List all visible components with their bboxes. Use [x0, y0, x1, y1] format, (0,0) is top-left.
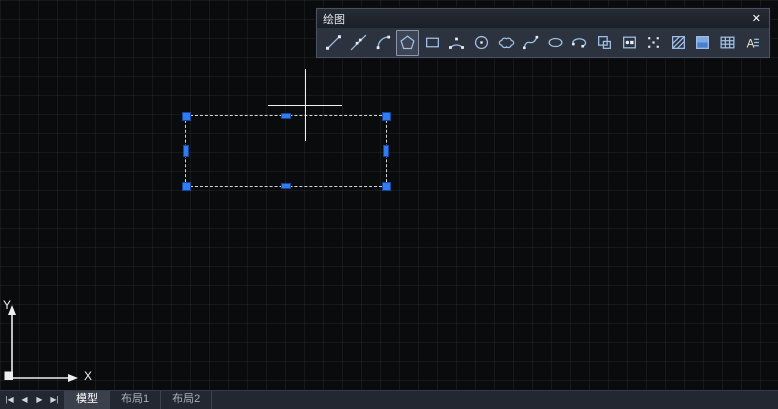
tab-布局1[interactable]: 布局1	[110, 391, 161, 409]
hatch-icon[interactable]	[667, 30, 691, 56]
mtext-icon[interactable]: A	[740, 30, 764, 56]
tab-模型[interactable]: 模型	[65, 391, 110, 409]
circle-icon[interactable]	[470, 30, 494, 56]
close-icon[interactable]: ✕	[750, 12, 763, 25]
point-icon[interactable]	[642, 30, 666, 56]
make-block-icon[interactable]	[617, 30, 641, 56]
layout-tabs: 模型布局1布局2	[65, 391, 212, 409]
tab-nav-next-icon[interactable]: ▶	[32, 391, 47, 409]
grip-midpoint-left[interactable]	[183, 145, 189, 157]
tab-布局2[interactable]: 布局2	[161, 391, 212, 409]
grip-corner-top-left[interactable]	[182, 112, 191, 121]
table-icon[interactable]	[716, 30, 740, 56]
grip-corner-bottom-right[interactable]	[382, 182, 391, 191]
cad-window: 绘图 ✕ A Y X |◀◀▶▶| 模型布局1布局2	[0, 0, 778, 409]
gradient-icon[interactable]	[691, 30, 715, 56]
tab-nav-prev-icon[interactable]: ◀	[17, 391, 32, 409]
grid-background	[0, 0, 778, 391]
insert-block-icon[interactable]	[593, 30, 617, 56]
rectangle-icon[interactable]	[420, 30, 444, 56]
selected-rectangle[interactable]	[185, 115, 387, 187]
grip-midpoint-bottom[interactable]	[281, 183, 291, 189]
line-icon[interactable]	[322, 30, 346, 56]
revision-cloud-icon[interactable]	[494, 30, 518, 56]
ucs-y-axis-label: Y	[3, 298, 11, 312]
grip-corner-top-right[interactable]	[382, 112, 391, 121]
layout-tabbar: |◀◀▶▶| 模型布局1布局2	[0, 390, 778, 409]
spline-icon[interactable]	[519, 30, 543, 56]
draw-toolbar-title: 绘图	[323, 11, 345, 27]
polygon-icon[interactable]	[396, 30, 420, 56]
arc-3point-icon[interactable]	[445, 30, 469, 56]
draw-toolbar-titlebar[interactable]: 绘图 ✕	[317, 9, 769, 28]
svg-text:A: A	[746, 37, 754, 50]
tab-nav: |◀◀▶▶|	[0, 391, 65, 409]
construction-line-icon[interactable]	[347, 30, 371, 56]
ellipse-icon[interactable]	[543, 30, 567, 56]
ucs-x-axis-label: X	[84, 369, 92, 383]
draw-toolbar-tools: A	[317, 28, 769, 57]
ellipse-arc-icon[interactable]	[568, 30, 592, 56]
arc-icon[interactable]	[371, 30, 395, 56]
draw-toolbar-panel: 绘图 ✕ A	[316, 8, 770, 58]
tab-nav-last-icon[interactable]: ▶|	[47, 391, 62, 409]
grip-corner-bottom-left[interactable]	[182, 182, 191, 191]
grip-midpoint-right[interactable]	[383, 145, 389, 157]
tab-nav-first-icon[interactable]: |◀	[2, 391, 17, 409]
grip-midpoint-top[interactable]	[281, 113, 291, 119]
crosshair-vertical-line	[305, 69, 306, 141]
